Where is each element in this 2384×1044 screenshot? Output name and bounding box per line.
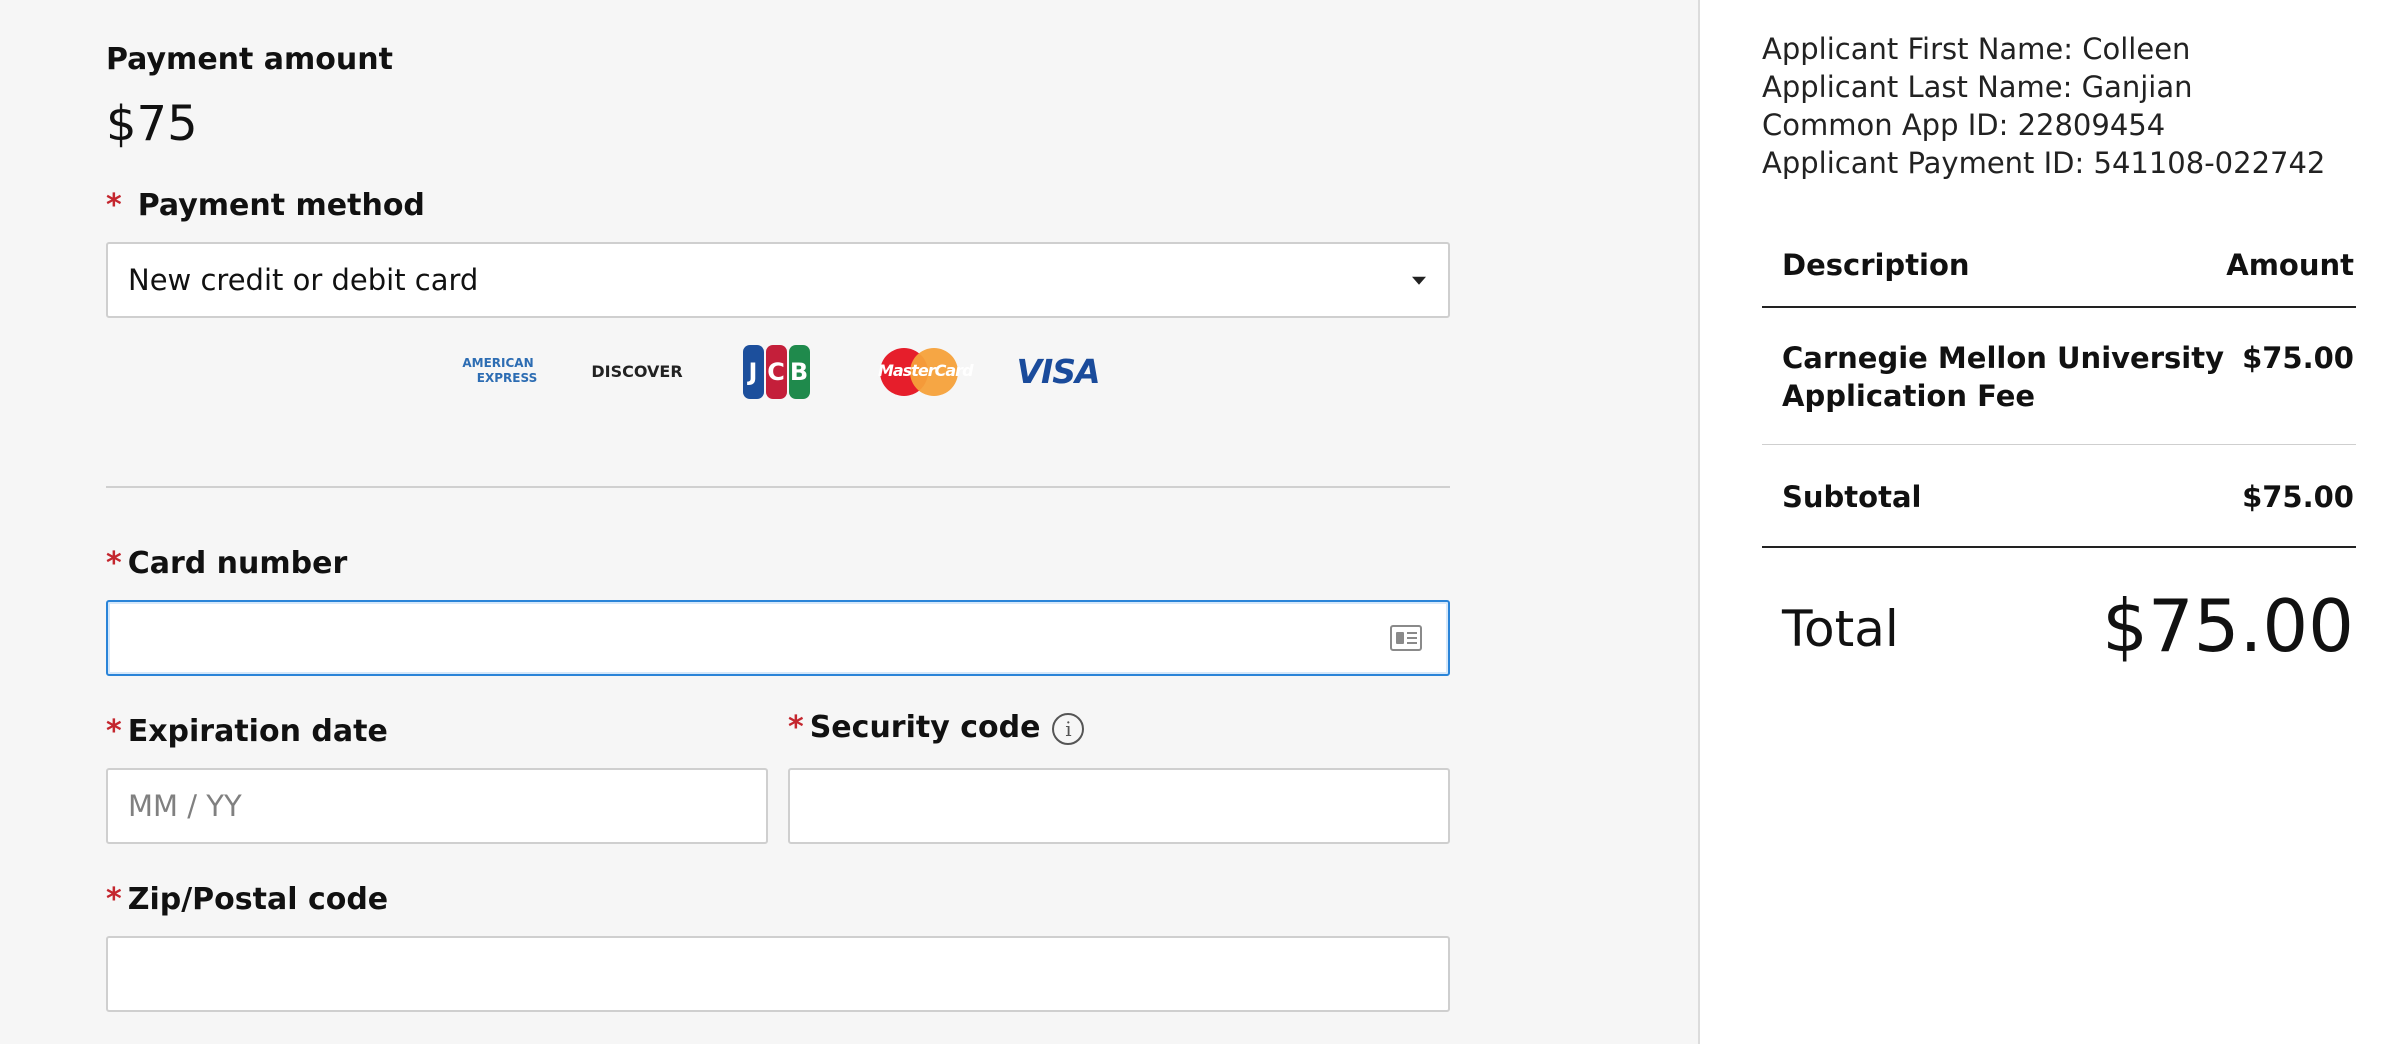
zip-code-input[interactable]: [106, 936, 1450, 1012]
security-code-label: * Security code i: [788, 710, 1085, 745]
required-marker: *: [106, 188, 122, 223]
payment-method-selected: New credit or debit card: [128, 263, 479, 297]
common-app-id: Common App ID: 22809454: [1762, 108, 2166, 142]
payment-amount-value: $75: [106, 96, 198, 152]
expiration-date-placeholder: MM / YY: [128, 789, 242, 823]
line-item-rule: [1762, 444, 2356, 445]
line-item-description-line1: Carnegie Mellon University: [1782, 341, 2224, 375]
security-code-input[interactable]: [788, 768, 1450, 844]
line-item-amount: $75.00: [2242, 341, 2354, 375]
total-label: Total: [1782, 600, 1899, 658]
visa-logo: VISA: [1016, 344, 1100, 398]
order-summary-panel: Applicant First Name: Colleen Applicant …: [1702, 0, 2384, 1044]
mastercard-logo: MasterCard: [876, 344, 974, 400]
zip-code-label: * Zip/Postal code: [106, 882, 388, 917]
amount-column-header: Amount: [2226, 248, 2354, 282]
required-marker: *: [788, 710, 804, 745]
amex-logo-line2: EXPRESS: [476, 371, 538, 385]
jcb-logo-c: C: [765, 345, 787, 399]
jcb-logo: J C B: [742, 344, 810, 400]
payment-method-label-text: Payment method: [137, 188, 425, 223]
expiration-date-input[interactable]: MM / YY: [106, 768, 768, 844]
total-value: $75.00: [2102, 584, 2354, 668]
amex-logo-line1: AMERICAN: [462, 356, 534, 370]
subtotal-rule: [1762, 546, 2356, 548]
line-item-description: Carnegie Mellon University Application F…: [1782, 339, 2224, 415]
subtotal-value: $75.00: [2242, 480, 2354, 514]
applicant-payment-id: Applicant Payment ID: 541108-022742: [1762, 146, 2326, 180]
line-item-description-line2: Application Fee: [1782, 379, 2036, 413]
jcb-logo-j: J: [742, 345, 764, 399]
security-code-label-text: Security code: [809, 710, 1041, 745]
info-icon[interactable]: i: [1052, 712, 1085, 745]
payment-form-panel: Payment amount $75 * Payment method New c…: [0, 0, 1700, 1044]
discover-logo: DISCOVER: [591, 344, 682, 398]
table-header-rule: [1762, 306, 2356, 308]
jcb-logo-b: B: [788, 345, 810, 399]
description-column-header: Description: [1782, 248, 1970, 282]
discover-logo-text: DISCOVER: [591, 361, 683, 381]
visa-logo-text: VISA: [1016, 351, 1100, 391]
payment-method-select[interactable]: New credit or debit card: [106, 242, 1450, 318]
required-marker: *: [106, 882, 122, 917]
applicant-first-name: Applicant First Name: Colleen: [1762, 32, 2191, 66]
payment-amount-label: Payment amount: [106, 42, 393, 77]
card-number-input[interactable]: [106, 600, 1450, 676]
zip-code-label-text: Zip/Postal code: [127, 882, 389, 917]
mastercard-logo-text: MasterCard: [878, 361, 974, 380]
subtotal-label: Subtotal: [1782, 480, 1922, 514]
card-number-label-text: Card number: [127, 546, 348, 581]
expiration-date-label-text: Expiration date: [127, 714, 388, 749]
chevron-down-icon: [1412, 276, 1426, 285]
applicant-last-name: Applicant Last Name: Ganjian: [1762, 70, 2193, 104]
required-marker: *: [106, 546, 122, 581]
card-id-icon: [1390, 625, 1422, 651]
required-marker: *: [106, 714, 122, 749]
card-number-label: * Card number: [106, 546, 347, 581]
amex-logo: AMERICAN EXPRESS: [460, 344, 538, 398]
section-divider: [106, 486, 1450, 488]
expiration-date-label: * Expiration date: [106, 714, 388, 749]
payment-method-label: * Payment method: [106, 188, 425, 223]
